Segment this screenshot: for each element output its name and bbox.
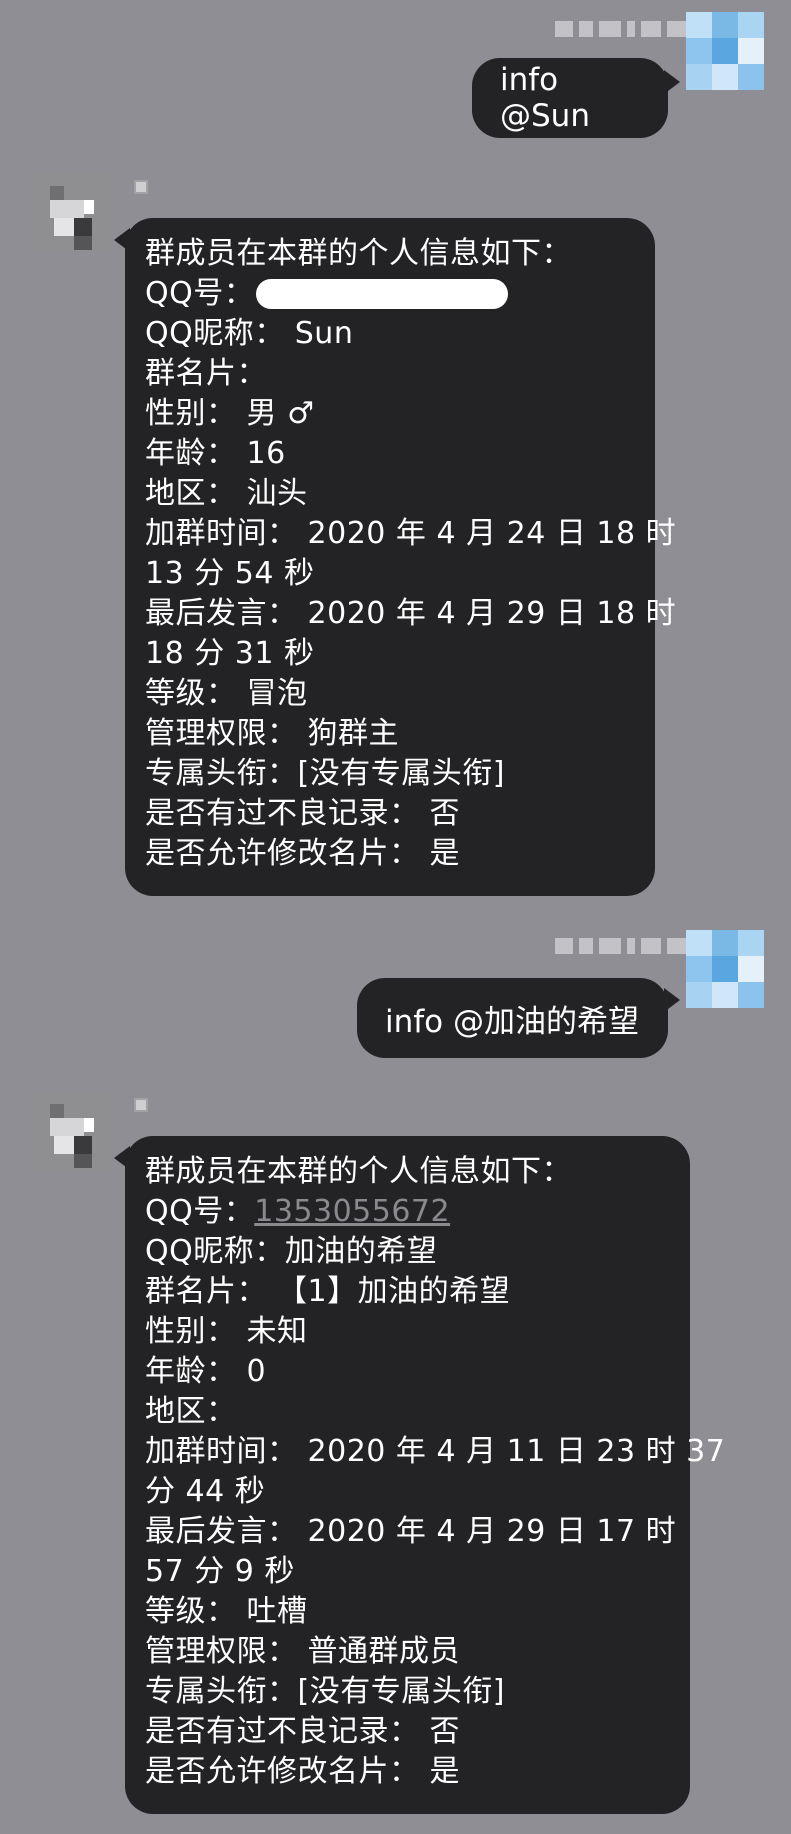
info-line: 是否允许修改名片： 是 [145,1754,461,1789]
info-line: 群成员在本群的个人信息如下： [145,1154,572,1189]
info-line: 加群时间： 2020 年 4 月 24 日 18 时 [145,516,677,551]
info-line: 性别： 男 ♂ [145,396,315,431]
qq-label: QQ号： [145,276,255,311]
info-line: 加群时间： 2020 年 4 月 11 日 23 时 37 [145,1434,726,1469]
sender-name-blurred [134,180,148,194]
info-line: 分 44 秒 [145,1474,266,1509]
outgoing-message-bubble[interactable]: info @Sun [472,58,668,138]
info-line-qq: QQ号： [145,274,635,314]
message-text: info @Sun [500,62,590,134]
sender-name-blurred [555,20,689,38]
sender-name-blurred [134,1098,148,1112]
info-line: 等级： 吐槽 [145,1594,308,1629]
info-line: 最后发言： 2020 年 4 月 29 日 18 时 [145,596,677,631]
bot-avatar[interactable] [30,1090,110,1170]
bot-avatar[interactable] [30,172,110,252]
bubble-tail [664,70,680,94]
sender-name-blurred [555,937,689,955]
self-avatar[interactable] [686,12,764,90]
info-line: 年龄： 16 [145,436,286,471]
message-text: info @加油的希望 [385,1003,639,1040]
info-line: 群成员在本群的个人信息如下： [145,236,572,271]
redacted-qq-number [256,279,509,309]
info-line: 是否有过不良记录： 否 [145,796,461,831]
info-line: 地区： 汕头 [145,476,308,511]
info-line: 等级： 冒泡 [145,676,308,711]
info-line: 群名片： [145,356,267,391]
self-avatar[interactable] [686,930,764,1008]
qq-label: QQ号： [145,1194,255,1229]
info-line: 57 分 9 秒 [145,1554,295,1589]
outgoing-message-bubble[interactable]: info @加油的希望 [357,978,668,1058]
incoming-message-bubble[interactable]: 群成员在本群的个人信息如下： QQ号：1353055672 QQ昵称：加油的希望… [125,1136,726,1814]
incoming-message-bubble[interactable]: 群成员在本群的个人信息如下： QQ号： QQ昵称： Sun 群名片： 性别： 男… [125,218,677,896]
info-line: 18 分 31 秒 [145,636,315,671]
info-line: QQ昵称： Sun [145,316,354,351]
info-line: 性别： 未知 [145,1314,308,1349]
info-line: 群名片： 【1】加油的希望 [145,1274,511,1309]
info-line: 是否有过不良记录： 否 [145,1714,461,1749]
info-line-qq: QQ号：1353055672 [145,1192,670,1232]
bubble-tail [664,988,680,1012]
info-line: 年龄： 0 [145,1354,267,1389]
info-line: 管理权限： 普通群成员 [145,1634,461,1669]
info-line: 专属头衔：[没有专属头衔] [145,1674,505,1709]
info-line: 最后发言： 2020 年 4 月 29 日 17 时 [145,1514,677,1549]
info-line: 专属头衔：[没有专属头衔] [145,756,505,791]
info-line: QQ昵称：加油的希望 [145,1234,438,1269]
info-line: 是否允许修改名片： 是 [145,836,461,871]
info-line: 管理权限： 狗群主 [145,716,400,751]
info-line: 地区： [145,1394,237,1429]
qq-number-link[interactable]: 1353055672 [254,1194,450,1229]
info-line: 13 分 54 秒 [145,556,315,591]
